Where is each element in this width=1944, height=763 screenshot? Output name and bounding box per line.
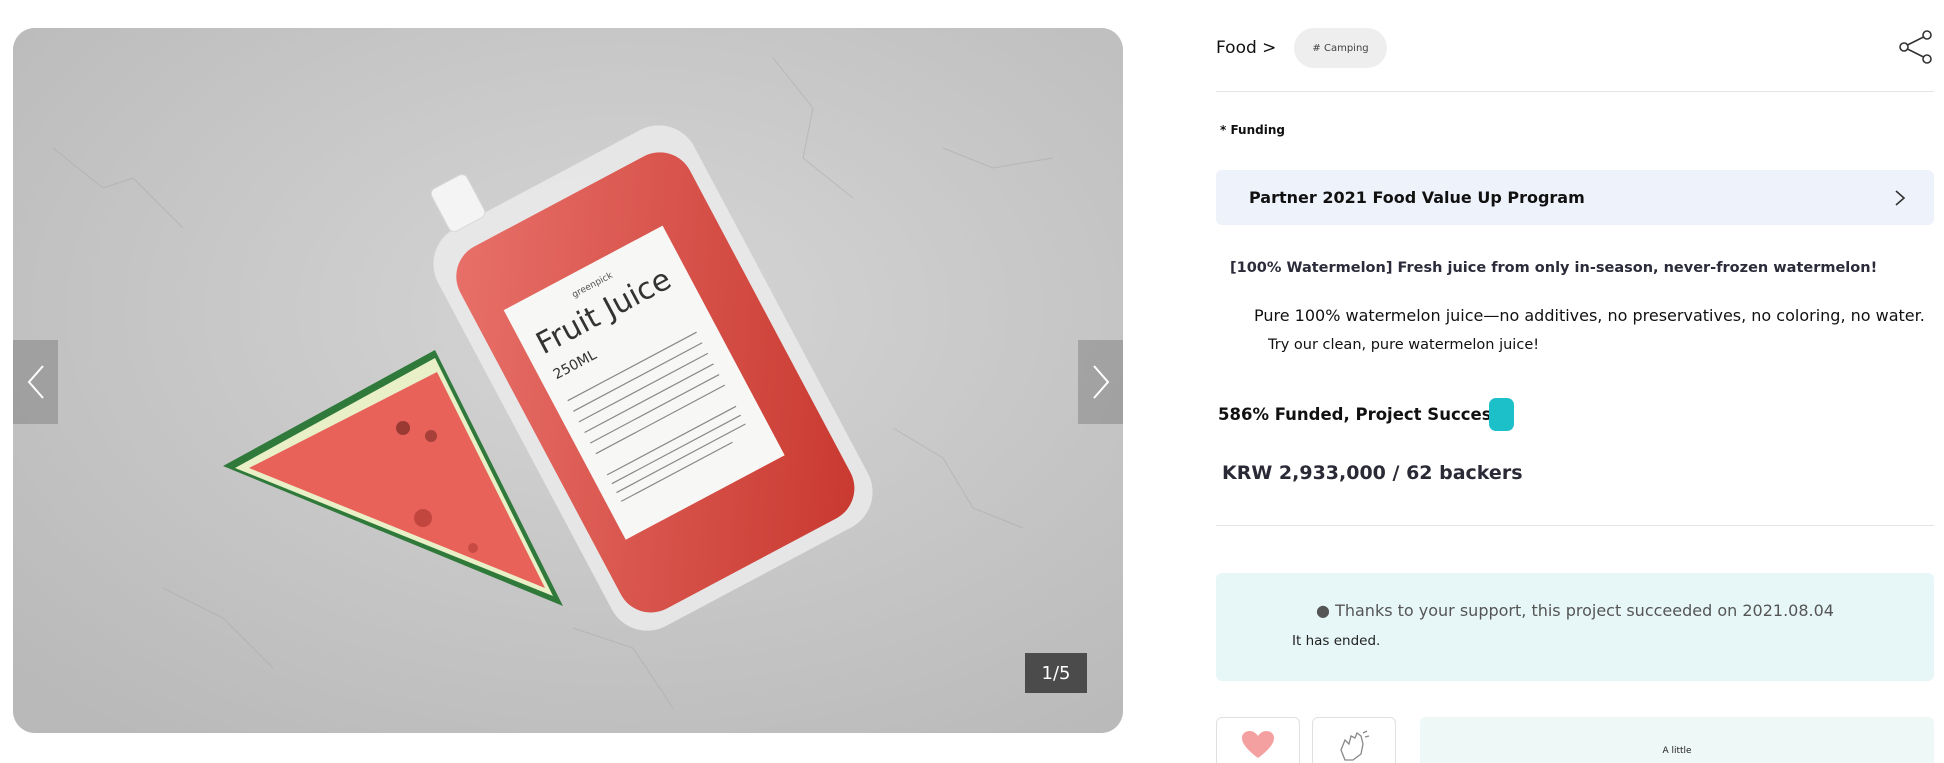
divider xyxy=(1216,525,1934,526)
notice-ended: It has ended. xyxy=(1292,633,1381,649)
program-banner[interactable]: Partner 2021 Food Value Up Program xyxy=(1216,170,1934,225)
heart-icon xyxy=(1242,731,1274,758)
previous-image-button[interactable] xyxy=(13,340,58,424)
funding-status: 586% Funded, Project Success xyxy=(1218,398,1515,431)
product-photo: greenpick Fruit Juice 250ML xyxy=(13,28,1123,733)
support-card-text: A little xyxy=(1662,746,1692,756)
success-text: 586% Funded, Project Success xyxy=(1218,405,1502,424)
share-button[interactable] xyxy=(1898,30,1934,64)
project-info-panel: Food > # Camping * Funding Partner 2021 … xyxy=(1216,0,1934,763)
success-badge xyxy=(1489,398,1515,431)
image-counter: 1/5 xyxy=(1025,653,1087,693)
program-title: Partner 2021 Food Value Up Program xyxy=(1249,188,1585,207)
project-description-line1: Pure 100% watermelon juice—no additives,… xyxy=(1254,306,1925,325)
breadcrumb: Food > # Camping xyxy=(1216,28,1387,68)
next-image-button[interactable] xyxy=(1078,340,1123,424)
like-button[interactable] xyxy=(1216,717,1300,763)
chevron-left-icon xyxy=(27,365,44,399)
chevron-right-icon xyxy=(1092,365,1109,399)
cheer-button[interactable] xyxy=(1312,717,1396,763)
project-description-line2: Try our clean, pure watermelon juice! xyxy=(1268,337,1540,353)
project-headline: [100% Watermelon] Fresh juice from only … xyxy=(1230,260,1878,276)
product-image-gallery[interactable]: greenpick Fruit Juice 250ML 1/5 xyxy=(13,28,1123,733)
clap-icon xyxy=(1340,730,1370,761)
tag-camping[interactable]: # Camping xyxy=(1294,28,1387,68)
share-icon xyxy=(1899,30,1932,64)
funding-label: * Funding xyxy=(1220,123,1285,137)
breadcrumb-category[interactable]: Food > xyxy=(1216,38,1276,58)
divider xyxy=(1216,91,1934,92)
funded-amount: KRW 2,933,000 / 62 backers xyxy=(1222,462,1523,484)
chevron-right-icon xyxy=(1895,190,1906,206)
success-notice: ● Thanks to your support, this project s… xyxy=(1216,573,1934,681)
notice-message: ● Thanks to your support, this project s… xyxy=(1316,601,1834,620)
support-card[interactable]: A little xyxy=(1420,717,1934,763)
